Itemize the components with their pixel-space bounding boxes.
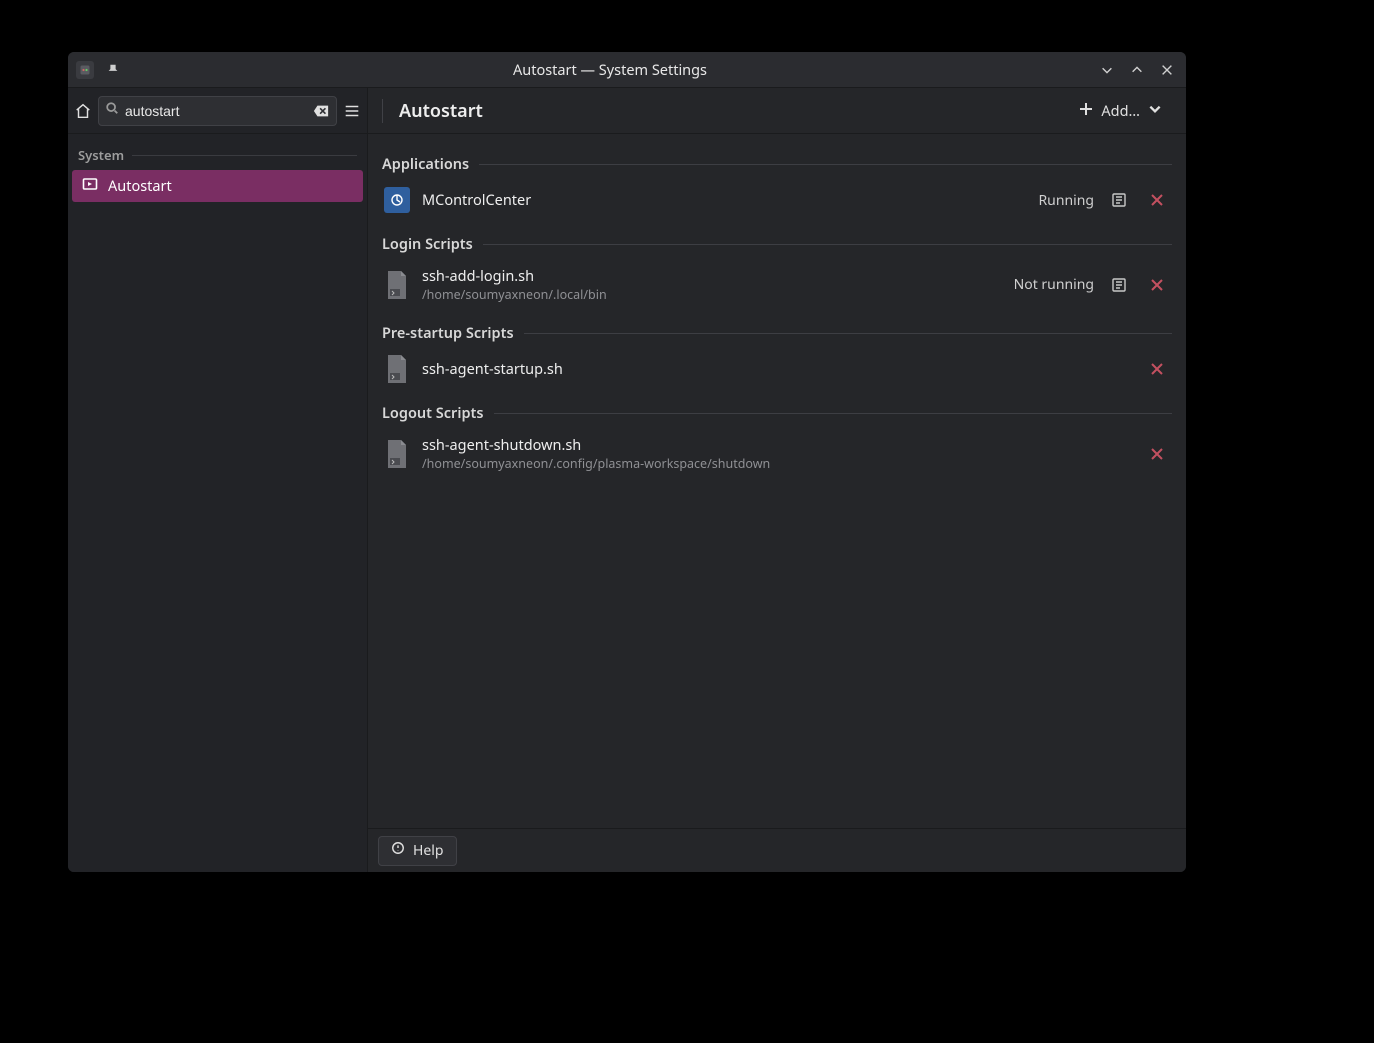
app-icon xyxy=(384,187,410,213)
add-button-label: Add… xyxy=(1101,101,1140,121)
clear-search-button[interactable] xyxy=(312,102,330,120)
sidebar-item-label: Autostart xyxy=(108,176,172,196)
pin-icon[interactable] xyxy=(102,59,124,81)
help-label: Help xyxy=(413,841,444,860)
list-item[interactable]: MControlCenter Running xyxy=(382,178,1172,222)
divider xyxy=(132,155,357,156)
remove-button[interactable] xyxy=(1144,441,1170,467)
section-label: Pre-startup Scripts xyxy=(382,323,514,343)
hamburger-menu-button[interactable] xyxy=(343,96,361,126)
section-login-scripts: Login Scripts xyxy=(382,228,1172,258)
entry-path: /home/soumyaxneon/.local/bin xyxy=(422,286,607,303)
add-button[interactable]: Add… xyxy=(1069,96,1172,126)
footer: Help xyxy=(368,828,1186,872)
section-prestartup-scripts: Pre-startup Scripts xyxy=(382,317,1172,347)
list-item[interactable]: ssh-add-login.sh /home/soumyaxneon/.loca… xyxy=(382,258,1172,311)
sidebar: System Autostart xyxy=(68,88,368,872)
script-file-icon xyxy=(384,356,410,382)
main: Autostart Add… Applications xyxy=(368,88,1186,872)
list-item[interactable]: ssh-agent-startup.sh xyxy=(382,347,1172,391)
divider xyxy=(382,99,383,123)
remove-button[interactable] xyxy=(1144,272,1170,298)
entry-path: /home/soumyaxneon/.config/plasma-workspa… xyxy=(422,455,770,472)
window-title: Autostart — System Settings xyxy=(132,60,1088,80)
sidebar-group-label: System xyxy=(78,146,124,164)
script-file-icon xyxy=(384,272,410,298)
search-input[interactable] xyxy=(125,103,306,119)
app-icon xyxy=(76,61,94,79)
minimize-button[interactable] xyxy=(1096,59,1118,81)
section-label: Login Scripts xyxy=(382,234,473,254)
sidebar-body: System Autostart xyxy=(68,134,367,210)
remove-button[interactable] xyxy=(1144,187,1170,213)
search-icon xyxy=(105,101,119,120)
remove-button[interactable] xyxy=(1144,356,1170,382)
list-item[interactable]: ssh-agent-shutdown.sh /home/soumyaxneon/… xyxy=(382,427,1172,480)
status-label: Not running xyxy=(1014,275,1094,294)
entry-name: MControlCenter xyxy=(422,190,531,210)
divider xyxy=(494,413,1172,414)
window: Autostart — System Settings xyxy=(68,52,1186,872)
sidebar-group-system: System xyxy=(72,142,363,170)
section-logout-scripts: Logout Scripts xyxy=(382,397,1172,427)
search-field[interactable] xyxy=(98,96,337,126)
titlebar: Autostart — System Settings xyxy=(68,52,1186,88)
plus-icon xyxy=(1079,101,1093,121)
chevron-down-icon xyxy=(1148,101,1162,121)
status-label: Running xyxy=(1038,191,1094,210)
properties-button[interactable] xyxy=(1106,187,1132,213)
home-button[interactable] xyxy=(74,96,92,126)
main-header: Autostart Add… xyxy=(368,88,1186,134)
divider xyxy=(524,333,1172,334)
entry-name: ssh-add-login.sh xyxy=(422,266,607,286)
entry-name: ssh-agent-startup.sh xyxy=(422,359,563,379)
help-icon xyxy=(391,841,405,860)
help-button[interactable]: Help xyxy=(378,836,457,866)
section-label: Logout Scripts xyxy=(382,403,484,423)
main-body: Applications MControlCenter Running xyxy=(368,134,1186,828)
section-applications: Applications xyxy=(382,148,1172,178)
content: System Autostart Autostart xyxy=(68,88,1186,872)
entry-name: ssh-agent-shutdown.sh xyxy=(422,435,770,455)
divider xyxy=(483,244,1172,245)
section-label: Applications xyxy=(382,154,469,174)
close-button[interactable] xyxy=(1156,59,1178,81)
divider xyxy=(479,164,1172,165)
sidebar-toolbar xyxy=(68,88,367,134)
maximize-button[interactable] xyxy=(1126,59,1148,81)
script-file-icon xyxy=(384,441,410,467)
autostart-icon xyxy=(82,176,98,197)
properties-button[interactable] xyxy=(1106,272,1132,298)
page-title: Autostart xyxy=(399,99,483,123)
sidebar-item-autostart[interactable]: Autostart xyxy=(72,170,363,202)
